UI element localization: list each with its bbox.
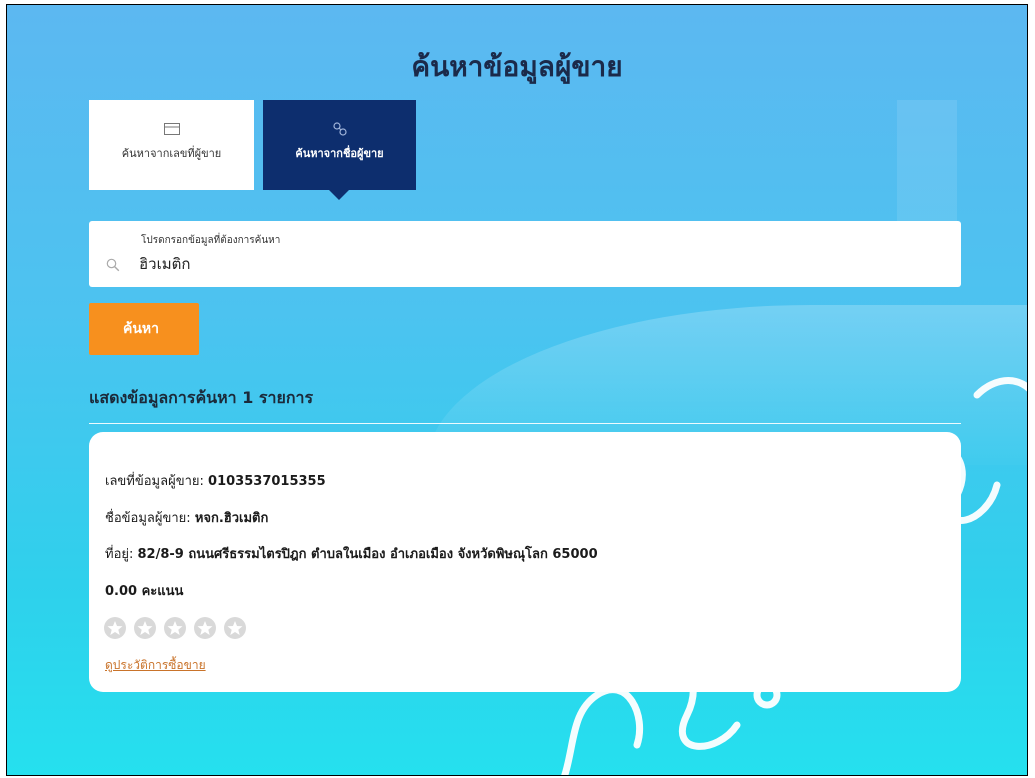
star-icon bbox=[194, 617, 217, 639]
search-label: โปรดกรอกข้อมูลที่ต้องการค้นหา bbox=[141, 235, 281, 246]
purchase-history-link[interactable]: ดูประวัติการซื้อขาย bbox=[105, 656, 206, 675]
tab-label: ค้นหาจากชื่อผู้ขาย bbox=[295, 147, 384, 160]
address-row: ที่อยู่: 82/8-9 ถนนศรีธรรมไตรปิฎก ตำบลใน… bbox=[105, 543, 598, 564]
page-title: ค้นหาข้อมูลผู้ขาย bbox=[411, 50, 623, 83]
tab-label: ค้นหาจากเลขที่ผู้ขาย bbox=[121, 147, 222, 160]
search-button[interactable]: ค้นหา bbox=[89, 303, 199, 355]
seller-name-row: ชื่อข้อมูลผู้ขาย: หจก.ฮิวเมติก bbox=[105, 507, 268, 528]
score-row: 0.00 คะแนน bbox=[105, 580, 183, 601]
seller-name-value: หจก.ฮิวเมติก bbox=[194, 511, 269, 526]
search-input[interactable] bbox=[139, 252, 939, 276]
address-label: ที่อยู่: bbox=[105, 547, 134, 562]
result-summary: แสดงข้อมูลการค้นหา 1 รายการ bbox=[89, 388, 314, 407]
tab-search-by-seller-id[interactable]: ค้นหาจากเลขที่ผู้ขาย bbox=[89, 100, 254, 190]
page-frame: ค้นหาข้อมูลผู้ขาย ค้นหาจากเลขที่ผู้ขาย ค… bbox=[6, 4, 1028, 776]
seller-id-label: เลขที่ข้อมูลผู้ขาย: bbox=[105, 474, 204, 489]
star-icon bbox=[104, 617, 126, 639]
star-rating bbox=[103, 616, 248, 640]
divider bbox=[89, 423, 961, 424]
link-icon bbox=[332, 122, 347, 136]
result-card: เลขที่ข้อมูลผู้ขาย: 0103537015355 ชื่อข้… bbox=[89, 432, 961, 692]
card-icon bbox=[163, 123, 180, 135]
seller-id-row: เลขที่ข้อมูลผู้ขาย: 0103537015355 bbox=[105, 470, 326, 491]
seller-name-label: ชื่อข้อมูลผู้ขาย: bbox=[105, 511, 191, 526]
seller-id-value: 0103537015355 bbox=[208, 474, 326, 489]
star-icon bbox=[164, 617, 187, 639]
star-icon bbox=[134, 617, 157, 639]
score-value: 0.00 คะแนน bbox=[105, 584, 184, 599]
address-value: 82/8-9 ถนนศรีธรรมไตรปิฎก ตำบลในเมือง อำเ… bbox=[137, 547, 598, 562]
tab-search-by-seller-name[interactable]: ค้นหาจากชื่อผู้ขาย bbox=[263, 100, 416, 200]
star-icon bbox=[224, 617, 247, 639]
search-field[interactable]: โปรดกรอกข้อมูลที่ต้องการค้นหา bbox=[89, 221, 961, 287]
search-icon bbox=[106, 258, 120, 272]
